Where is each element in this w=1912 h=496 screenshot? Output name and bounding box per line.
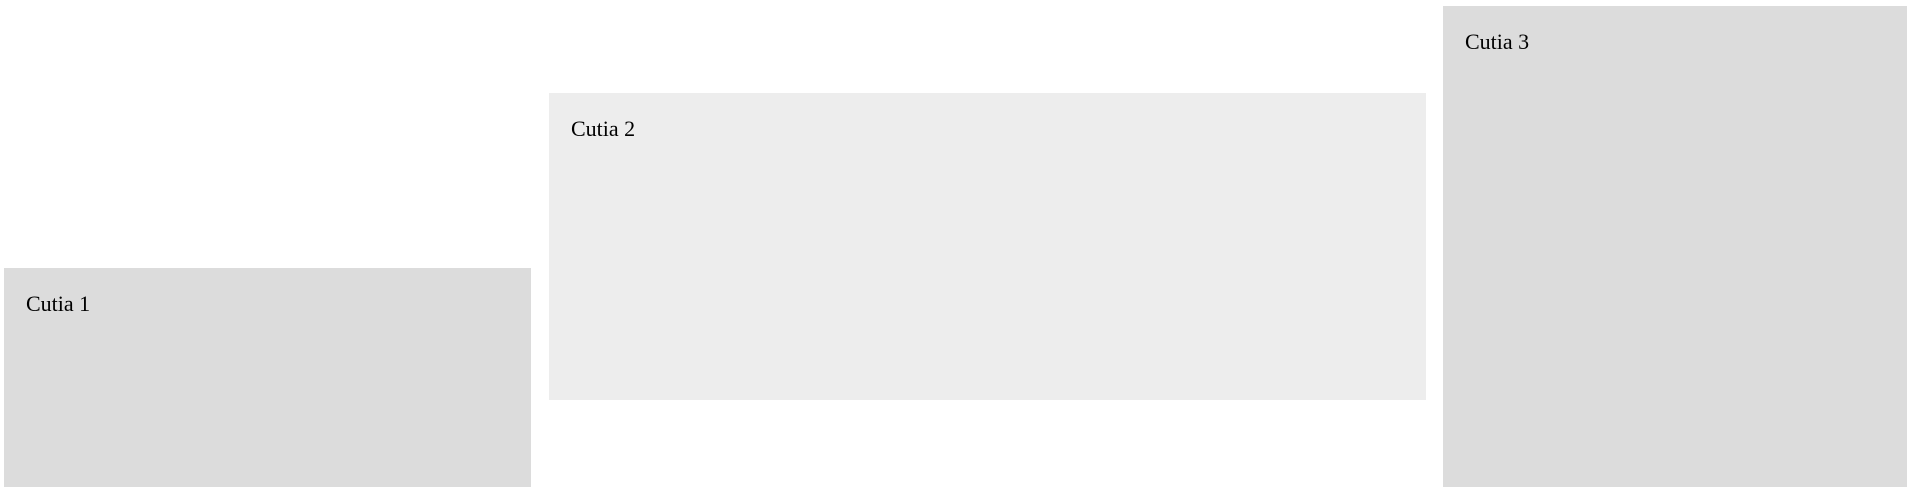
- box-1-label: Cutia 1: [26, 291, 91, 316]
- box-1: Cutia 1: [4, 268, 531, 487]
- flex-container: Cutia 1 Cutia 2 Cutia 3: [0, 0, 1912, 496]
- box-3: Cutia 3: [1443, 6, 1907, 487]
- box-3-label: Cutia 3: [1465, 29, 1530, 54]
- box-2-label: Cutia 2: [571, 116, 636, 141]
- box-2: Cutia 2: [549, 93, 1426, 400]
